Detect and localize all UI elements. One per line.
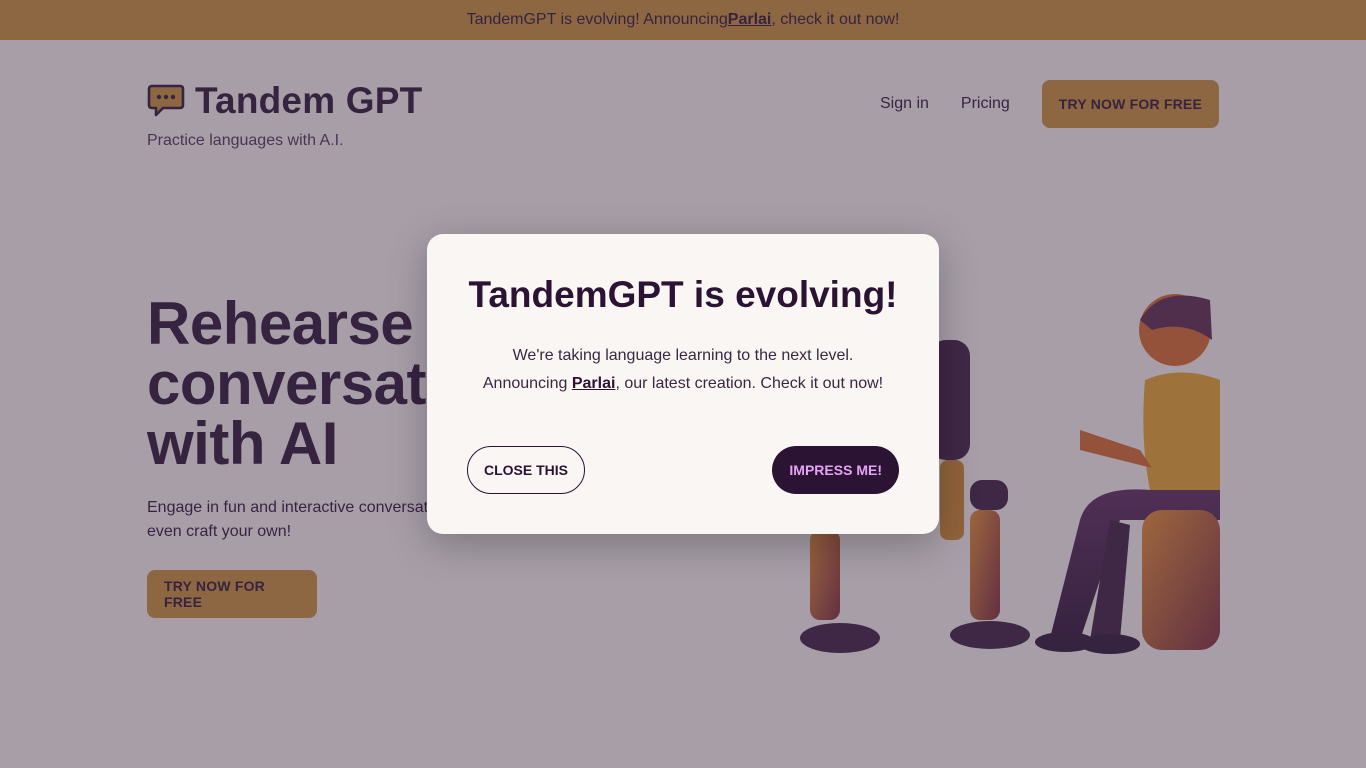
modal-line: Announcing Parlai, our latest creation. … <box>427 370 939 398</box>
modal-line: We're taking language learning to the ne… <box>512 347 854 364</box>
modal-title: TandemGPT is evolving! <box>468 274 898 315</box>
close-this-button[interactable]: CLOSE THIS <box>467 446 586 494</box>
modal-actions: CLOSE THIS IMPRESS ME! <box>467 446 899 494</box>
impress-me-button[interactable]: IMPRESS ME! <box>772 446 899 494</box>
modal-parlai-link[interactable]: Parlai <box>572 375 616 392</box>
modal-line-prefix: Announcing <box>482 375 572 392</box>
modal-line-suffix: , our latest creation. Check it out now! <box>615 375 884 392</box>
modal-body: We're taking language learning to the ne… <box>427 342 939 398</box>
announcement-modal: TandemGPT is evolving! We're taking lang… <box>427 234 939 534</box>
